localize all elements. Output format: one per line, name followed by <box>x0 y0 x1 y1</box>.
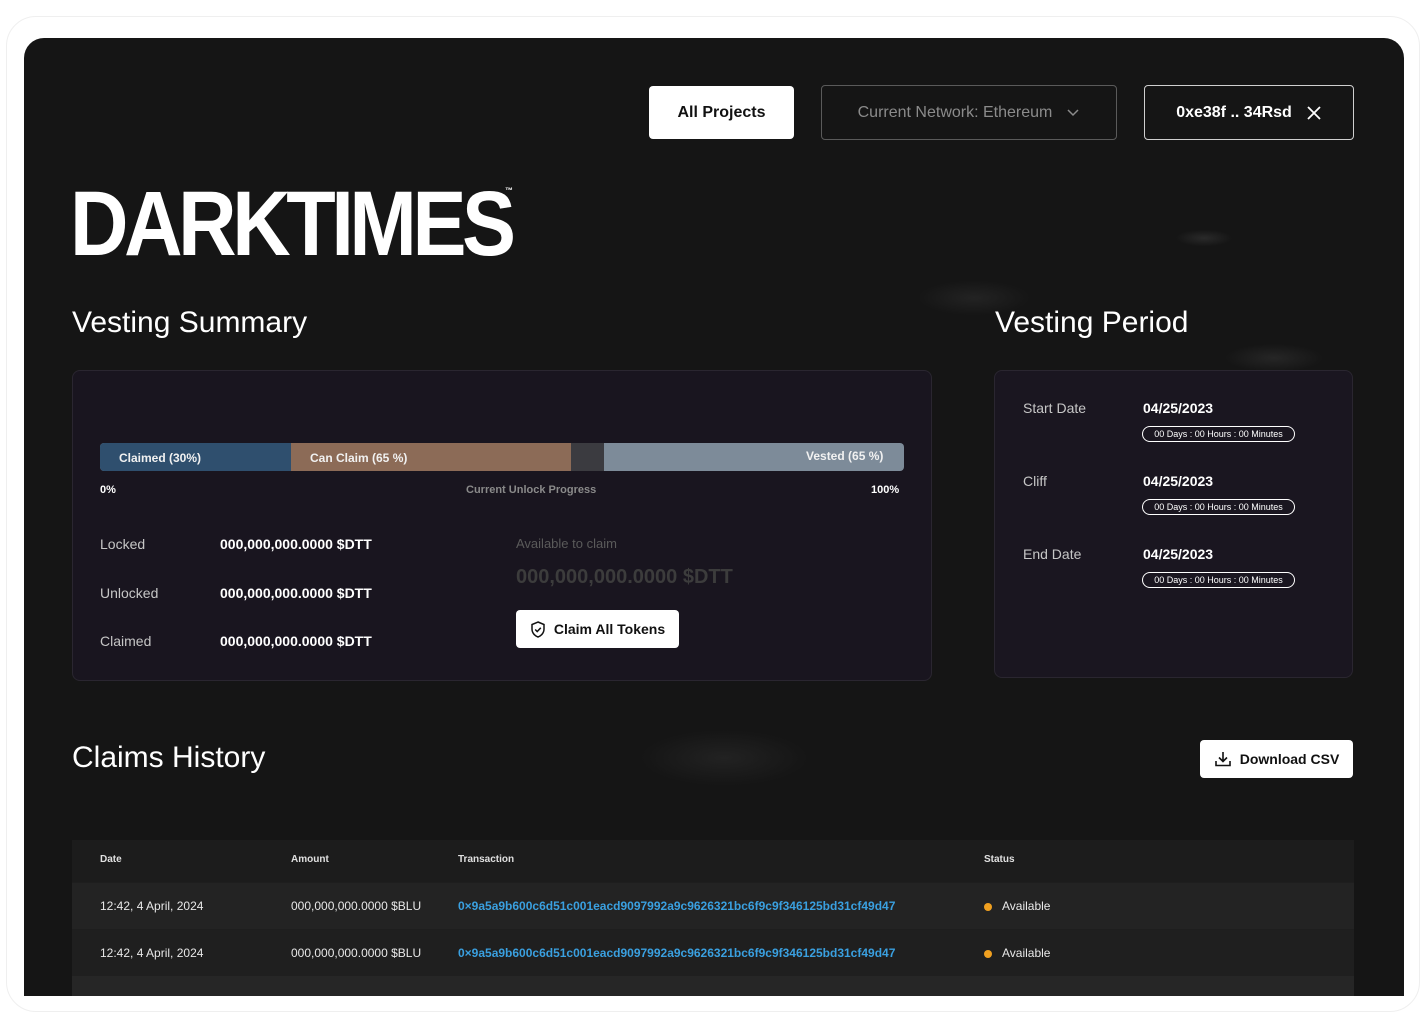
close-icon[interactable] <box>1306 105 1322 121</box>
claims-history-title: Claims History <box>72 741 266 774</box>
vesting-summary-card <box>72 370 932 681</box>
wallet-button[interactable]: 0xe38f .. 34Rsd <box>1144 85 1354 140</box>
claimed-label: Claimed (30%) <box>119 451 202 465</box>
column-amount: Amount <box>291 854 329 865</box>
row-date: 12:42, 4 April, 2024 <box>100 946 204 960</box>
shield-check-icon <box>531 620 545 638</box>
progress-caption: Current Unlock Progress <box>466 484 597 496</box>
trademark-symbol: ™ <box>505 186 513 195</box>
network-selector[interactable]: Current Network: Ethereum <box>821 85 1117 140</box>
darktimes-logo: DARKTIMES <box>70 173 516 275</box>
row-status: Available <box>1002 946 1051 960</box>
locked-segment <box>571 443 604 471</box>
start-date-value: 04/25/2023 <box>1143 400 1214 416</box>
all-projects-label: All Projects <box>677 103 766 121</box>
row-amount: 000,000,000.0000 $BLU <box>291 899 422 913</box>
unlocked-value: 000,000,000.0000 $DTT <box>220 585 372 601</box>
start-date-countdown: 00 Days : 00 Hours : 00 Minutes <box>1142 426 1295 442</box>
row-status: Available <box>1002 899 1051 913</box>
progress-start-label: 0% <box>100 484 116 496</box>
unlocked-label: Unlocked <box>100 585 159 601</box>
cliff-value: 04/25/2023 <box>1143 473 1214 489</box>
all-projects-button[interactable]: All Projects <box>649 86 794 139</box>
claimed-row-label: Claimed <box>100 633 152 649</box>
network-label: Current Network: Ethereum <box>857 103 1053 121</box>
table-header: Date Amount Transaction Status <box>72 840 1354 882</box>
column-date: Date <box>100 854 122 865</box>
available-to-claim-value: 000,000,000.0000 $DTT <box>516 566 733 588</box>
locked-label: Locked <box>100 536 146 552</box>
unlock-progress-bar: Claimed (30%) Can Claim (65 %) Vested (6… <box>100 443 904 471</box>
column-status: Status <box>984 854 1015 865</box>
vesting-period-card <box>994 370 1353 678</box>
column-transaction: Transaction <box>458 854 515 865</box>
table-row-partial <box>72 976 1354 996</box>
row-amount: 000,000,000.0000 $BLU <box>291 946 422 960</box>
download-csv-label: Download CSV <box>1239 751 1340 767</box>
table-row[interactable]: 12:42, 4 April, 2024 000,000,000.0000 $B… <box>72 930 1354 976</box>
vested-label: Vested (65 %) <box>806 449 884 463</box>
end-date-label: End Date <box>1023 546 1082 562</box>
cliff-countdown: 00 Days : 00 Hours : 00 Minutes <box>1142 499 1295 515</box>
row-date: 12:42, 4 April, 2024 <box>100 899 204 913</box>
available-to-claim-label: Available to claim <box>516 536 617 551</box>
table-row[interactable]: 12:42, 4 April, 2024 000,000,000.0000 $B… <box>72 883 1354 929</box>
claim-all-tokens-button[interactable]: Claim All Tokens <box>516 610 679 648</box>
download-icon <box>1214 752 1231 767</box>
row-transaction-link[interactable]: 0×9a5a9b600c6d51c001eacd9097992a9c962632… <box>458 946 895 960</box>
end-date-value: 04/25/2023 <box>1143 546 1214 562</box>
claim-all-tokens-label: Claim All Tokens <box>553 621 666 637</box>
row-transaction-link[interactable]: 0×9a5a9b600c6d51c001eacd9097992a9c962632… <box>458 899 895 913</box>
app-screen: All Projects Current Network: Ethereum 0… <box>24 38 1404 996</box>
download-csv-button[interactable]: Download CSV <box>1200 740 1353 778</box>
end-date-countdown: 00 Days : 00 Hours : 00 Minutes <box>1142 572 1295 588</box>
vesting-period-title: Vesting Period <box>995 306 1189 339</box>
claimed-row-value: 000,000,000.0000 $DTT <box>220 633 372 649</box>
start-date-label: Start Date <box>1023 400 1087 416</box>
vesting-summary-title: Vesting Summary <box>72 306 308 339</box>
claims-table: Date Amount Transaction Status 12:42, 4 … <box>72 840 1354 996</box>
can-claim-label: Can Claim (65 %) <box>310 451 408 465</box>
locked-value: 000,000,000.0000 $DTT <box>220 536 372 552</box>
status-dot <box>984 950 992 958</box>
cliff-label: Cliff <box>1023 473 1047 489</box>
status-dot <box>984 903 992 911</box>
chevron-down-icon <box>1067 108 1079 116</box>
progress-end-label: 100% <box>871 484 900 496</box>
wallet-address: 0xe38f .. 34Rsd <box>1176 103 1292 121</box>
